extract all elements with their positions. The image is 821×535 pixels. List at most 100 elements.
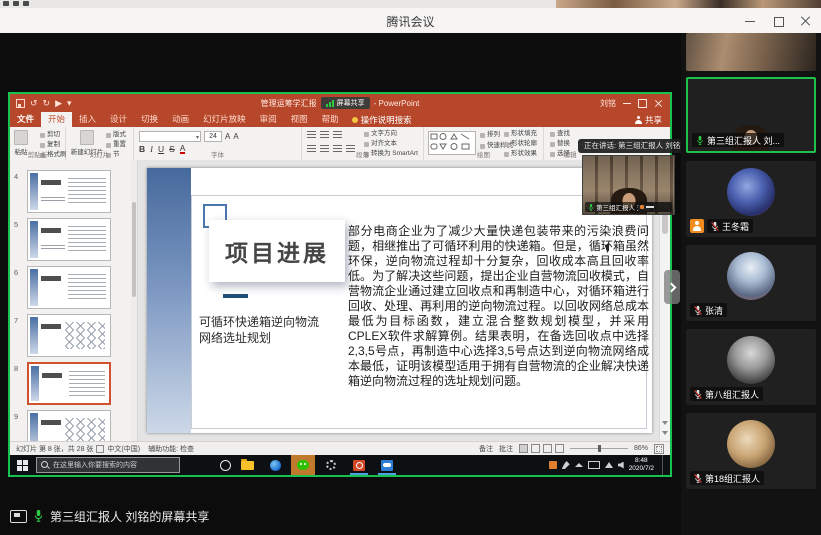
cortana-icon[interactable] (220, 460, 231, 471)
language-status[interactable]: 中文(中国) (107, 444, 140, 454)
show-desktop-button[interactable] (662, 455, 666, 475)
ppt-user-name[interactable]: 刘铭 (600, 98, 616, 109)
meeting-title: 腾讯会议 (0, 13, 821, 30)
copy-icon (40, 143, 45, 148)
font-size-combobox[interactable]: 24 (204, 131, 222, 142)
tell-me-search[interactable]: 操作说明搜索 (346, 112, 418, 127)
meeting-app-taskbar-icon[interactable] (375, 455, 399, 475)
normal-view-icon[interactable] (519, 444, 528, 453)
current-slide[interactable]: 项目进展 可循环快递箱逆向物流网络选址规划 部分电商企业为了减少大量快递包装带来… (147, 168, 652, 433)
slide-title: 项目进展 (209, 220, 345, 282)
grow-font-button[interactable]: A (225, 132, 230, 141)
reading-view-icon[interactable] (543, 444, 552, 453)
previous-slide-icon[interactable] (662, 421, 668, 425)
font-dropdown-icon: ▾ (196, 134, 199, 141)
ppt-maximize-icon[interactable] (638, 99, 647, 108)
tray-wechat-icon[interactable] (549, 461, 557, 469)
slide-thumbnail-7[interactable] (27, 314, 111, 357)
taskbar-search-box[interactable]: 在这里输入你要搜索的内容 (36, 457, 180, 473)
start-button[interactable] (17, 460, 28, 471)
battery-icon[interactable] (588, 461, 600, 469)
tab-insert[interactable]: 插入 (72, 112, 103, 127)
close-button[interactable] (799, 14, 813, 28)
network-icon[interactable] (605, 462, 613, 468)
slide-sorter-view-icon[interactable] (531, 444, 540, 453)
slide-number: 6 (14, 266, 27, 277)
tray-pen-icon[interactable] (562, 461, 570, 469)
zoom-level[interactable]: 86% (634, 445, 648, 452)
powerpoint-taskbar-icon[interactable] (347, 455, 371, 475)
qat-dropdown-icon[interactable]: ▾ (67, 94, 72, 112)
copy-button[interactable]: 复制 (40, 141, 67, 149)
font-name-combobox[interactable]: ▾ (139, 131, 201, 142)
cut-button[interactable]: 剪切 (40, 131, 67, 139)
shape-fill-button[interactable]: 形状填充 (504, 130, 537, 138)
tray-expand-icon[interactable] (575, 463, 583, 467)
tab-help[interactable]: 帮助 (315, 112, 346, 127)
comments-status-icon[interactable] (96, 445, 104, 453)
numbering-icon[interactable] (320, 131, 329, 139)
tab-home[interactable]: 开始 (41, 112, 72, 127)
find-button[interactable]: 查找 (550, 130, 570, 138)
redo-icon[interactable]: ↻ (43, 94, 51, 112)
participant-name: 第八组汇报人 (705, 388, 759, 401)
reset-button[interactable]: 重置 (106, 141, 126, 149)
tab-view[interactable]: 视图 (284, 112, 315, 127)
participant-tile[interactable]: 第18组汇报人 (686, 413, 816, 489)
replace-button[interactable]: 替换 (550, 140, 570, 148)
minimize-button[interactable] (743, 14, 757, 28)
mic-muted-icon (711, 221, 719, 232)
zoom-slider-knob[interactable] (598, 445, 601, 452)
ppt-close-icon[interactable] (654, 99, 663, 108)
speaker-icon[interactable] (618, 462, 624, 469)
indent-icon[interactable] (333, 131, 342, 139)
edge-browser-icon[interactable] (263, 455, 287, 475)
settings-gear-icon[interactable] (319, 455, 343, 475)
zoom-slider[interactable] (570, 448, 628, 449)
text-direction-button[interactable]: 文字方向 (364, 130, 418, 138)
ppt-share-button[interactable]: 共享 (627, 112, 670, 127)
tab-slideshow[interactable]: 幻灯片放映 (196, 112, 253, 127)
wechat-icon-active[interactable] (291, 455, 315, 475)
tab-review[interactable]: 审阅 (253, 112, 284, 127)
slide-thumbnail-6[interactable] (27, 266, 111, 309)
participant-tile-speaker[interactable]: 第三组汇报人 刘... (686, 77, 816, 153)
align-text-button[interactable]: 对齐文本 (364, 140, 418, 148)
floating-speaker-video[interactable]: 第三组汇报人 刘铭 (582, 155, 675, 215)
fit-slide-icon[interactable] (654, 444, 664, 454)
comments-toggle[interactable]: 批注 (499, 444, 513, 454)
avatar (727, 168, 775, 216)
mic-muted-icon (694, 389, 702, 400)
tab-file[interactable]: 文件 (10, 112, 41, 127)
slideshow-view-icon[interactable] (555, 444, 564, 453)
shape-outline-button[interactable]: 形状轮廓 (504, 140, 537, 148)
accessibility-status[interactable]: 辅助功能: 检查 (148, 444, 194, 454)
tab-design[interactable]: 设计 (103, 112, 134, 127)
bullets-icon[interactable] (307, 131, 316, 139)
participant-tile[interactable]: 张清 (686, 245, 816, 321)
tab-animations[interactable]: 动画 (165, 112, 196, 127)
participant-tile[interactable]: 第八组汇报人 (686, 329, 816, 405)
slide-thumbnail-5[interactable] (27, 218, 111, 261)
partial-participant-tile[interactable] (686, 33, 816, 71)
thumbnail-panel-scrollbar[interactable] (131, 160, 137, 441)
slide-thumbnail-4[interactable] (27, 170, 111, 213)
taskbar-clock[interactable]: 8:48 2020/7/2 (629, 457, 654, 473)
next-slide-icon[interactable] (662, 431, 668, 435)
slide-thumbnail-8-selected[interactable] (27, 362, 111, 405)
layout-button[interactable]: 版式 (106, 131, 126, 139)
shrink-font-button[interactable]: A (233, 132, 238, 141)
notes-toggle[interactable]: 备注 (479, 444, 493, 454)
slideshow-icon[interactable]: ▶ (55, 94, 62, 112)
ppt-minimize-icon[interactable] (623, 103, 631, 104)
floating-video-badge[interactable] (638, 202, 672, 212)
ppt-share-label: 共享 (645, 114, 662, 126)
tab-transitions[interactable]: 切换 (134, 112, 165, 127)
sidebar-collapse-handle[interactable] (664, 270, 680, 304)
file-explorer-icon[interactable] (235, 455, 259, 475)
maximize-button[interactable] (771, 14, 785, 28)
slide-thumbnail-9[interactable] (27, 410, 111, 441)
save-icon[interactable] (16, 99, 25, 108)
undo-icon[interactable]: ↺ (30, 94, 38, 112)
participant-tile[interactable]: 王冬霜 (686, 161, 816, 237)
